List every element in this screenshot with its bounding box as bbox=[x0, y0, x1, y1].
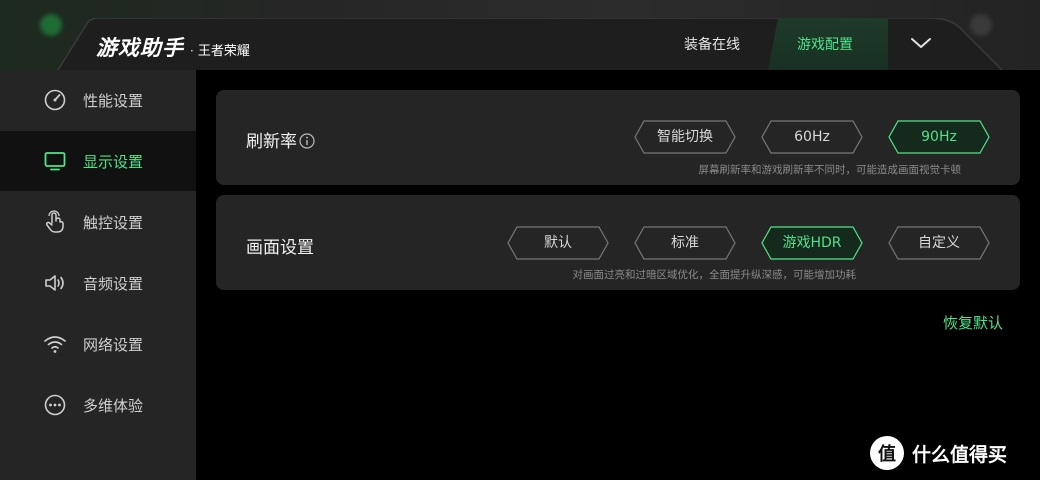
refresh-rate-hint: 屏幕刷新率和游戏刷新率不同时，可能造成画面视觉卡顿 bbox=[698, 164, 962, 176]
picture-option-default[interactable]: 默认 bbox=[507, 226, 609, 260]
restore-defaults-button[interactable]: 恢复默认 bbox=[943, 312, 1003, 333]
picture-option-game-hdr[interactable]: 游戏HDR bbox=[761, 226, 863, 260]
option-label: 智能切换 bbox=[657, 129, 713, 145]
sidebar-item-label: 显示设置 bbox=[83, 152, 144, 171]
sidebar-item-label: 音频设置 bbox=[83, 274, 144, 293]
sidebar-item-multi-experience[interactable]: 多维体验 bbox=[0, 375, 196, 435]
watermark-logo: 值 bbox=[870, 436, 904, 470]
refresh-option-90hz[interactable]: 90Hz bbox=[888, 120, 990, 154]
option-label: 60Hz bbox=[794, 129, 830, 145]
sidebar-item-label: 触控设置 bbox=[83, 213, 144, 232]
sidebar-item-label: 多维体验 bbox=[83, 396, 144, 415]
sidebar-item-network[interactable]: 网络设置 bbox=[0, 314, 196, 374]
tab-equipment-online[interactable]: 装备在线 bbox=[684, 34, 740, 54]
refresh-rate-panel: 刷新率 智能切换 60Hz 90Hz 屏幕刷新率和游戏刷新率不同时，可能造成画面… bbox=[216, 90, 1020, 185]
picture-settings-title: 画面设置 bbox=[246, 238, 314, 258]
more-dots-icon bbox=[44, 394, 66, 416]
sidebar: 性能设置 显示设置 触控设置 音频设置 网络设置 多维体验 bbox=[0, 70, 196, 480]
speaker-icon bbox=[45, 275, 64, 291]
picture-settings-hint: 对画面过亮和过暗区域优化，全面提升纵深感，可能增加功耗 bbox=[572, 269, 857, 281]
refresh-option-60hz[interactable]: 60Hz bbox=[761, 120, 863, 154]
app-brand: 游戏助手 · 王者荣耀 bbox=[96, 32, 250, 62]
speedometer-icon bbox=[44, 89, 66, 111]
option-label: 标准 bbox=[671, 235, 699, 251]
sidebar-item-audio[interactable]: 音频设置 bbox=[0, 253, 196, 313]
info-icon[interactable] bbox=[299, 133, 315, 149]
brand-separator: · bbox=[190, 44, 194, 58]
picture-option-standard[interactable]: 标准 bbox=[634, 226, 736, 260]
sidebar-item-label: 网络设置 bbox=[83, 335, 144, 354]
refresh-rate-title: 刷新率 bbox=[246, 127, 315, 152]
option-label: 默认 bbox=[544, 235, 572, 251]
picture-settings-panel: 画面设置 默认 标准 游戏HDR 自定义 对画面过亮和过暗区域优化，全面提升纵深… bbox=[216, 195, 1020, 290]
watermark: 值 什么值得买 bbox=[870, 436, 1007, 470]
refresh-option-smart[interactable]: 智能切换 bbox=[634, 120, 736, 154]
chevron-down-icon[interactable] bbox=[910, 36, 932, 50]
sidebar-item-label: 性能设置 bbox=[83, 91, 144, 110]
option-label: 90Hz bbox=[921, 129, 957, 145]
sidebar-item-performance[interactable]: 性能设置 bbox=[0, 70, 196, 130]
tab-game-config[interactable]: 游戏配置 bbox=[797, 34, 853, 54]
touch-hand-icon bbox=[45, 210, 64, 233]
picture-option-custom[interactable]: 自定义 bbox=[888, 226, 990, 260]
watermark-text: 什么值得买 bbox=[912, 443, 1008, 466]
option-label: 自定义 bbox=[918, 235, 960, 251]
monitor-icon bbox=[44, 152, 66, 171]
sidebar-item-display[interactable]: 显示设置 bbox=[0, 131, 196, 191]
wifi-icon bbox=[44, 336, 66, 353]
app-title: 游戏助手 bbox=[96, 36, 184, 60]
game-name: 王者荣耀 bbox=[197, 44, 250, 59]
option-label: 游戏HDR bbox=[782, 235, 842, 251]
sidebar-item-touch[interactable]: 触控设置 bbox=[0, 192, 196, 252]
